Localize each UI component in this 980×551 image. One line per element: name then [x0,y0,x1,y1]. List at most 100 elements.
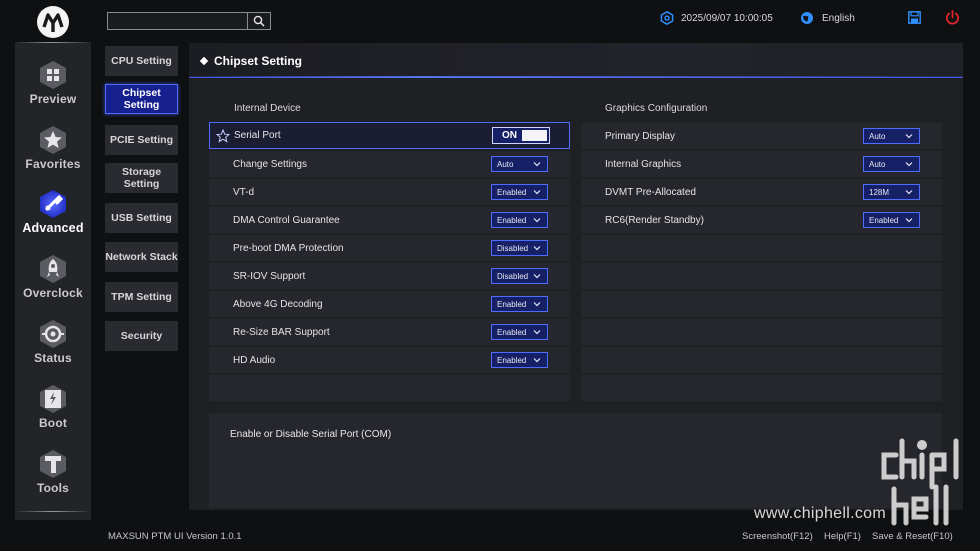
empty-row [581,291,942,317]
chevron-down-icon [905,134,913,139]
setting-row-sr-iov-support[interactable]: SR-IOV Support Disabled [209,263,570,289]
setting-row-dma-control-guarantee[interactable]: DMA Control Guarantee Enabled [209,207,570,233]
dropdown-value: Disabled [497,271,529,281]
globe-icon [801,12,813,24]
language-selector[interactable]: English [800,10,855,26]
favorite-star-icon[interactable] [216,129,230,143]
setting-row-rc6-render-standby[interactable]: RC6(Render Standby) Enabled [581,207,942,233]
change-settings-dropdown[interactable]: Auto [491,156,548,172]
dropdown-value: Enabled [869,215,899,225]
save-icon[interactable] [908,11,921,24]
submenu-storage-setting[interactable]: Storage Setting [105,163,178,193]
empty-row [209,375,570,401]
nav-label-tools: Tools [36,481,70,495]
submenu-label: CPU Setting [111,55,172,67]
search-button[interactable] [247,12,271,30]
submenu-pcie-setting[interactable]: PCIE Setting [105,125,178,155]
submenu-chipset-setting[interactable]: Chipset Setting [105,84,178,114]
submenu-label: PCIE Setting [109,134,173,146]
save-reset-shortcut[interactable]: Save & Reset(F10) [872,531,953,542]
search-input[interactable] [107,12,248,30]
dropdown-value: Enabled [497,215,527,225]
setting-row-pre-boot-dma-protection[interactable]: Pre-boot DMA Protection Disabled [209,235,570,261]
submenu-tpm-setting[interactable]: TPM Setting [105,282,178,312]
setting-row-vt-d[interactable]: VT-d Enabled [209,179,570,205]
setting-row-re-size-bar-support[interactable]: Re-Size BAR Support Enabled [209,319,570,345]
chevron-down-icon [533,190,541,195]
help-shortcut[interactable]: Help(F1) [824,531,861,542]
setting-label: Re-Size BAR Support [233,326,330,338]
dvmt-pre-allocated-dropdown[interactable]: 128M [863,184,920,200]
toggle-knob [522,130,547,141]
pre-boot-dma-protection-dropdown[interactable]: Disabled [491,240,548,256]
hd-audio-dropdown[interactable]: Enabled [491,352,548,368]
search-icon [253,15,265,27]
dropdown-value: Auto [869,131,886,141]
internal-device-heading: Internal Device [234,103,301,114]
setting-label: Primary Display [605,130,676,142]
submenu-label: TPM Setting [111,291,172,303]
nav-label-boot: Boot [38,416,68,430]
chevron-down-icon [533,218,541,223]
chevron-down-icon [533,274,541,279]
nav-label-favorites: Favorites [25,157,81,171]
dropdown-value: 128M [869,187,890,197]
submenu-label: Security [120,330,163,342]
setting-label: DMA Control Guarantee [233,214,340,226]
dropdown-value: Enabled [497,327,527,337]
nav-item-boot[interactable]: Boot [15,384,91,446]
dropdown-value: Enabled [497,187,527,197]
setting-label: Pre-boot DMA Protection [233,242,344,254]
dma-control-guarantee-dropdown[interactable]: Enabled [491,212,548,228]
setting-row-primary-display[interactable]: Primary Display Auto [581,123,942,149]
nav-label-preview: Preview [29,92,77,106]
above-4g-decoding-dropdown[interactable]: Enabled [491,296,548,312]
advanced-icon [40,190,66,218]
setting-label: Internal Graphics [605,158,682,170]
dropdown-value: Auto [869,159,886,169]
setting-row-above-4g-decoding[interactable]: Above 4G Decoding Enabled [209,291,570,317]
submenu-security[interactable]: Security [105,321,178,351]
dropdown-value: Enabled [497,355,527,365]
empty-row [581,347,942,373]
setting-row-change-settings[interactable]: Change Settings Auto [209,151,570,177]
nav-item-status[interactable]: Status [15,319,91,381]
nav-item-tools[interactable]: Tools [15,449,91,511]
nav-label-overclock: Overclock [23,286,83,300]
setting-row-serial-port[interactable]: Serial Port ON [209,122,570,149]
submenu-network-stack[interactable]: Network Stack [105,242,178,272]
submenu-label: Storage Setting [121,166,162,190]
nav-item-favorites[interactable]: Favorites [15,125,91,187]
dropdown-value: Auto [497,159,514,169]
setting-label: RC6(Render Standby) [605,214,704,226]
re-size-bar-support-dropdown[interactable]: Enabled [491,324,548,340]
chevron-down-icon [533,302,541,307]
chevron-down-icon [905,162,913,167]
help-description-text: Enable or Disable Serial Port (COM) [230,429,392,440]
tools-icon [40,450,66,478]
submenu-cpu-setting[interactable]: CPU Setting [105,46,178,76]
setting-row-dvmt-pre-allocated[interactable]: DVMT Pre-Allocated 128M [581,179,942,205]
setting-row-hd-audio[interactable]: HD Audio Enabled [209,347,570,373]
empty-row [581,263,942,289]
rc6-render-standby-dropdown[interactable]: Enabled [863,212,920,228]
power-icon[interactable] [945,10,960,25]
vt-d-dropdown[interactable]: Enabled [491,184,548,200]
panel-header [189,43,963,78]
setting-row-internal-graphics[interactable]: Internal Graphics Auto [581,151,942,177]
serial-port-toggle[interactable]: ON [492,127,550,144]
nav-item-preview[interactable]: Preview [15,60,91,122]
chevron-down-icon [533,162,541,167]
nav-item-advanced[interactable]: Advanced [15,189,91,251]
setting-label: VT-d [233,186,255,198]
setting-label: HD Audio [233,354,276,366]
submenu-usb-setting[interactable]: USB Setting [105,203,178,233]
setting-label: Serial Port [234,130,281,141]
datetime-display: 2025/09/07 10:00:05 [660,10,773,26]
internal-graphics-dropdown[interactable]: Auto [863,156,920,172]
sr-iov-support-dropdown[interactable]: Disabled [491,268,548,284]
nav-item-overclock[interactable]: Overclock [15,254,91,316]
preview-icon [40,61,66,89]
screenshot-shortcut[interactable]: Screenshot(F12) [742,531,813,542]
primary-display-dropdown[interactable]: Auto [863,128,920,144]
